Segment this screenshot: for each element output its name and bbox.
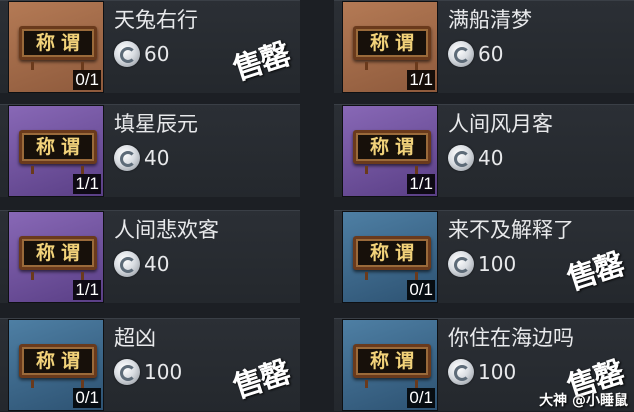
price-value: 100 [478,360,517,384]
stock-count: 1/1 [407,70,435,90]
title-badge: 称谓 [19,344,97,378]
item-name: 满船清梦 [448,8,532,32]
price-value: 40 [144,252,170,276]
item-price: 100 [114,357,182,387]
shop-grid: 称谓 0/1 天兔右行 60 售罄 称谓 1/1 满船清梦 60 称谓 1/1 … [0,0,634,412]
item-name: 填星辰元 [114,112,198,136]
shop-item-card[interactable]: 称谓 1/1 人间风月客 40 [334,104,634,197]
title-badge: 称谓 [353,26,431,60]
plaque-leg [365,62,368,70]
stock-count: 1/1 [73,174,101,194]
title-item-thumbnail: 称谓 1/1 [8,211,104,303]
silver-coin-icon [114,145,140,171]
stock-count: 1/1 [73,280,101,300]
title-badge: 称谓 [353,236,431,270]
item-price: 40 [448,143,503,173]
title-badge: 称谓 [353,344,431,378]
sold-out-text: 售罄 [563,247,628,298]
silver-coin-icon [114,251,140,277]
shop-item-card[interactable]: 称谓 1/1 满船清梦 60 [334,0,634,93]
plaque-leg [81,166,84,174]
plaque-leg [31,166,34,174]
price-value: 60 [478,42,504,66]
plaque-leg [365,166,368,174]
plaque-leg [31,380,34,388]
shop-item-card[interactable]: 称谓 1/1 填星辰元 40 [0,104,300,197]
plaque-leg [415,166,418,174]
silver-coin-icon [114,359,140,385]
stock-count: 0/1 [73,70,101,90]
stock-count: 0/1 [407,280,435,300]
title-badge: 称谓 [19,130,97,164]
title-item-thumbnail: 称谓 1/1 [342,105,438,197]
title-item-thumbnail: 称谓 0/1 [342,211,438,303]
price-value: 100 [144,360,183,384]
stock-count: 0/1 [73,388,101,408]
shop-item-card[interactable]: 称谓 1/1 人间悲欢客 40 [0,210,300,303]
title-badge: 称谓 [19,236,97,270]
plaque-leg [365,380,368,388]
stock-count: 0/1 [407,388,435,408]
silver-coin-icon [448,251,474,277]
price-value: 40 [144,146,170,170]
sold-out-stamp: 售罄 [556,239,628,299]
title-item-thumbnail: 称谓 1/1 [342,1,438,93]
sold-out-stamp: 售罄 [222,29,294,89]
plaque-leg [31,62,34,70]
plaque-leg [415,380,418,388]
plaque-leg [81,272,84,280]
title-item-thumbnail: 称谓 0/1 [8,1,104,93]
item-name: 人间风月客 [448,112,553,136]
title-badge: 称谓 [353,130,431,164]
item-name: 天兔右行 [114,8,198,32]
shop-item-card[interactable]: 称谓 0/1 天兔右行 60 售罄 [0,0,300,93]
item-name: 人间悲欢客 [114,218,219,242]
plaque-leg [365,272,368,280]
item-price: 100 [448,249,516,279]
title-badge: 称谓 [19,26,97,60]
stock-count: 1/1 [407,174,435,194]
item-price: 60 [448,39,503,69]
plaque-leg [415,62,418,70]
price-value: 60 [144,42,170,66]
item-price: 100 [448,357,516,387]
sold-out-text: 售罄 [229,355,294,406]
price-value: 40 [478,146,504,170]
silver-coin-icon [114,41,140,67]
item-price: 60 [114,39,169,69]
title-item-thumbnail: 称谓 0/1 [342,319,438,411]
title-item-thumbnail: 称谓 0/1 [8,319,104,411]
watermark: 大神 @小睡鼠 [539,393,628,409]
item-name: 超凶 [114,326,156,350]
silver-coin-icon [448,359,474,385]
price-value: 100 [478,252,517,276]
shop-item-card[interactable]: 称谓 0/1 超凶 100 售罄 [0,318,300,411]
sold-out-text: 售罄 [229,37,294,88]
plaque-leg [81,62,84,70]
plaque-leg [31,272,34,280]
title-item-thumbnail: 称谓 1/1 [8,105,104,197]
plaque-leg [415,272,418,280]
sold-out-stamp: 售罄 [222,347,294,407]
silver-coin-icon [448,41,474,67]
item-price: 40 [114,143,169,173]
plaque-leg [81,380,84,388]
silver-coin-icon [448,145,474,171]
shop-item-card[interactable]: 称谓 0/1 来不及解释了 100 售罄 [334,210,634,303]
item-price: 40 [114,249,169,279]
